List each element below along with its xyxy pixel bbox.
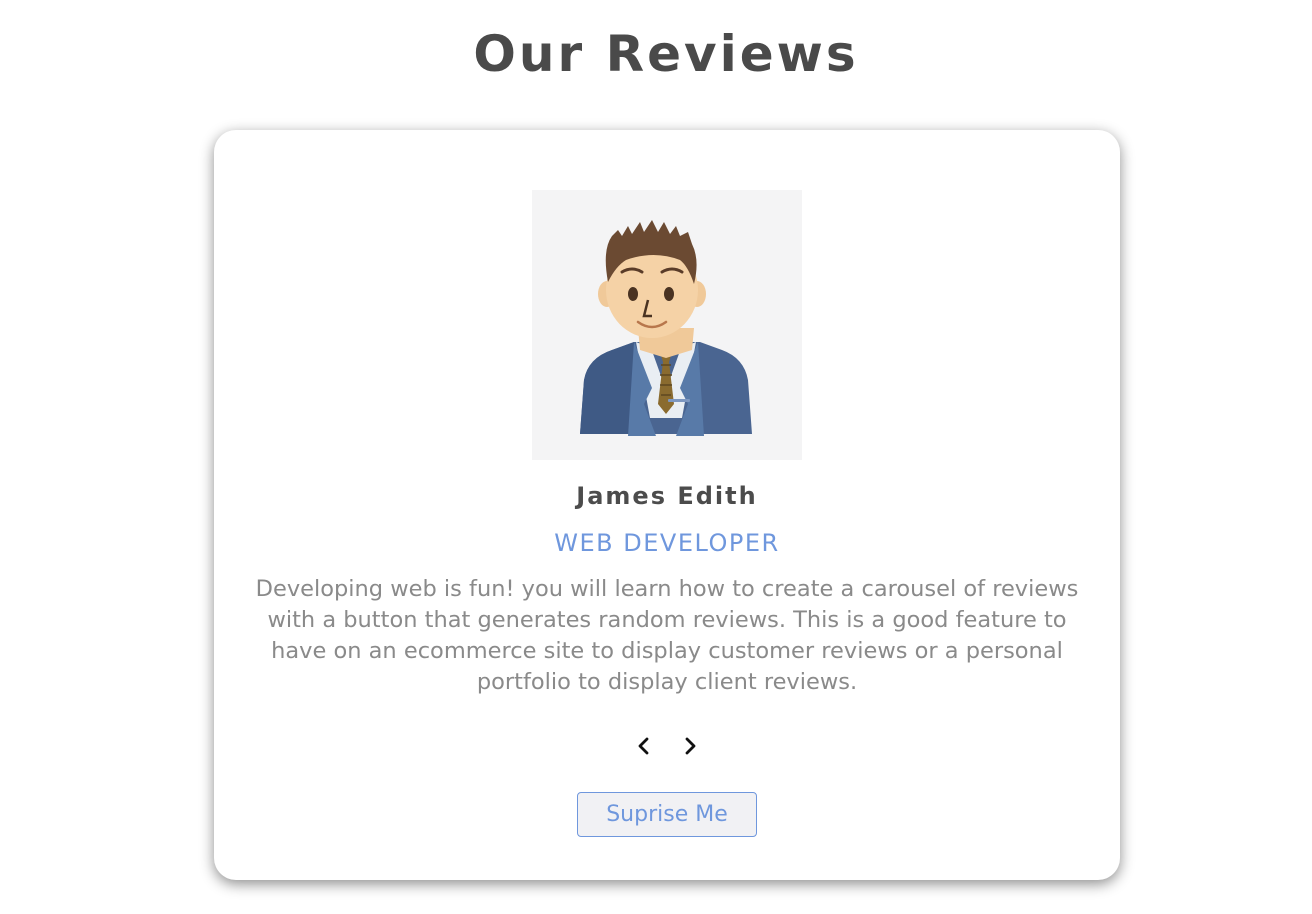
businessman-avatar-icon	[580, 220, 752, 436]
carousel-nav	[214, 730, 1120, 760]
reviewer-job: WEB DEVELOPER	[554, 529, 780, 557]
chevron-left-icon	[638, 737, 649, 755]
chevron-right-icon	[685, 737, 696, 755]
page-title: Our Reviews	[473, 25, 859, 83]
review-text: Developing web is fun! you will learn ho…	[255, 576, 1079, 695]
review-card: James Edith WEB DEVELOPER Developing web…	[214, 130, 1120, 880]
reviewer-name: James Edith	[576, 482, 758, 510]
reviewer-avatar	[532, 190, 802, 460]
next-review-button[interactable]	[676, 730, 704, 760]
surprise-me-button[interactable]: Suprise Me	[577, 792, 757, 837]
prev-review-button[interactable]	[630, 730, 658, 760]
